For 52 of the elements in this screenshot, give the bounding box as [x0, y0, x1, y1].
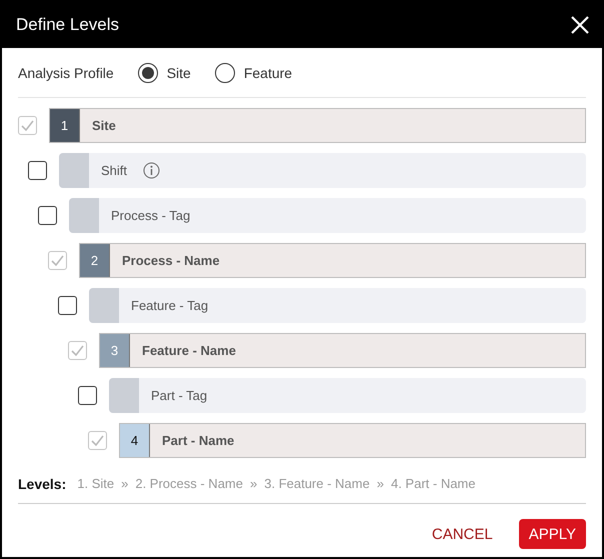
level-number-slot: [109, 378, 139, 413]
level-label: Part - Tag: [151, 388, 208, 403]
level-bar[interactable]: 4 Part - Name: [119, 423, 586, 458]
checkmark-icon: [21, 120, 34, 131]
separator: »: [250, 476, 258, 491]
levels-label: Levels:: [18, 476, 66, 492]
checkbox[interactable]: [78, 386, 97, 405]
level-bar[interactable]: 3 Feature - Name: [99, 333, 586, 368]
window-title: Define Levels: [16, 15, 120, 35]
level-bar[interactable]: Part - Tag: [109, 378, 586, 413]
level-bar[interactable]: 1 Site: [49, 108, 586, 143]
level-label: Feature - Name: [142, 343, 236, 358]
info-icon[interactable]: [143, 162, 160, 179]
level-label: Process - Tag: [111, 208, 190, 223]
profile-radio[interactable]: Feature: [214, 62, 292, 82]
radio-label: Feature: [244, 64, 292, 80]
level-number-slot: [89, 288, 119, 323]
level-number: 1: [50, 109, 80, 142]
level-bar[interactable]: Feature - Tag: [89, 288, 586, 323]
level-number: 3: [100, 334, 130, 367]
separator: »: [376, 476, 384, 491]
checkmark-icon: [71, 345, 84, 356]
level-label: Shift: [101, 163, 128, 178]
level-bar[interactable]: Process - Tag: [69, 198, 586, 233]
level-bar[interactable]: Shift: [59, 153, 586, 188]
close-icon[interactable]: [570, 15, 590, 35]
radio-label: Site: [166, 64, 191, 80]
level-label: Part - Name: [162, 433, 234, 448]
cancel-button[interactable]: CANCEL: [432, 520, 493, 548]
profile-label: Analysis Profile: [18, 64, 114, 80]
radio-button[interactable]: [214, 62, 235, 82]
separator: »: [121, 476, 128, 491]
checkmark-icon: [51, 255, 64, 266]
apply-button[interactable]: APPLY: [518, 519, 586, 549]
level-summary-item: 4. Part - Name: [390, 476, 476, 491]
level-number: 2: [80, 244, 110, 277]
profile-radio[interactable]: Site: [138, 62, 191, 82]
radio-button[interactable]: [138, 62, 158, 82]
checkbox[interactable]: [28, 161, 47, 180]
level-number: 4: [120, 424, 150, 457]
checkbox[interactable]: [38, 206, 57, 225]
level-label: Feature - Tag: [131, 298, 208, 313]
level-bar[interactable]: 2 Process - Name: [79, 243, 586, 278]
level-summary-item: 2. Process - Name: [135, 476, 243, 491]
level-number-slot: [69, 198, 99, 233]
level-number-slot: [59, 153, 89, 188]
level-label: Process - Name: [122, 253, 220, 268]
level-label: Site: [92, 118, 116, 133]
level-summary-item: 3. Feature - Name: [264, 476, 370, 491]
checkmark-icon: [91, 435, 104, 446]
checkbox[interactable]: [58, 296, 77, 315]
level-summary-item: 1. Site: [77, 476, 114, 491]
